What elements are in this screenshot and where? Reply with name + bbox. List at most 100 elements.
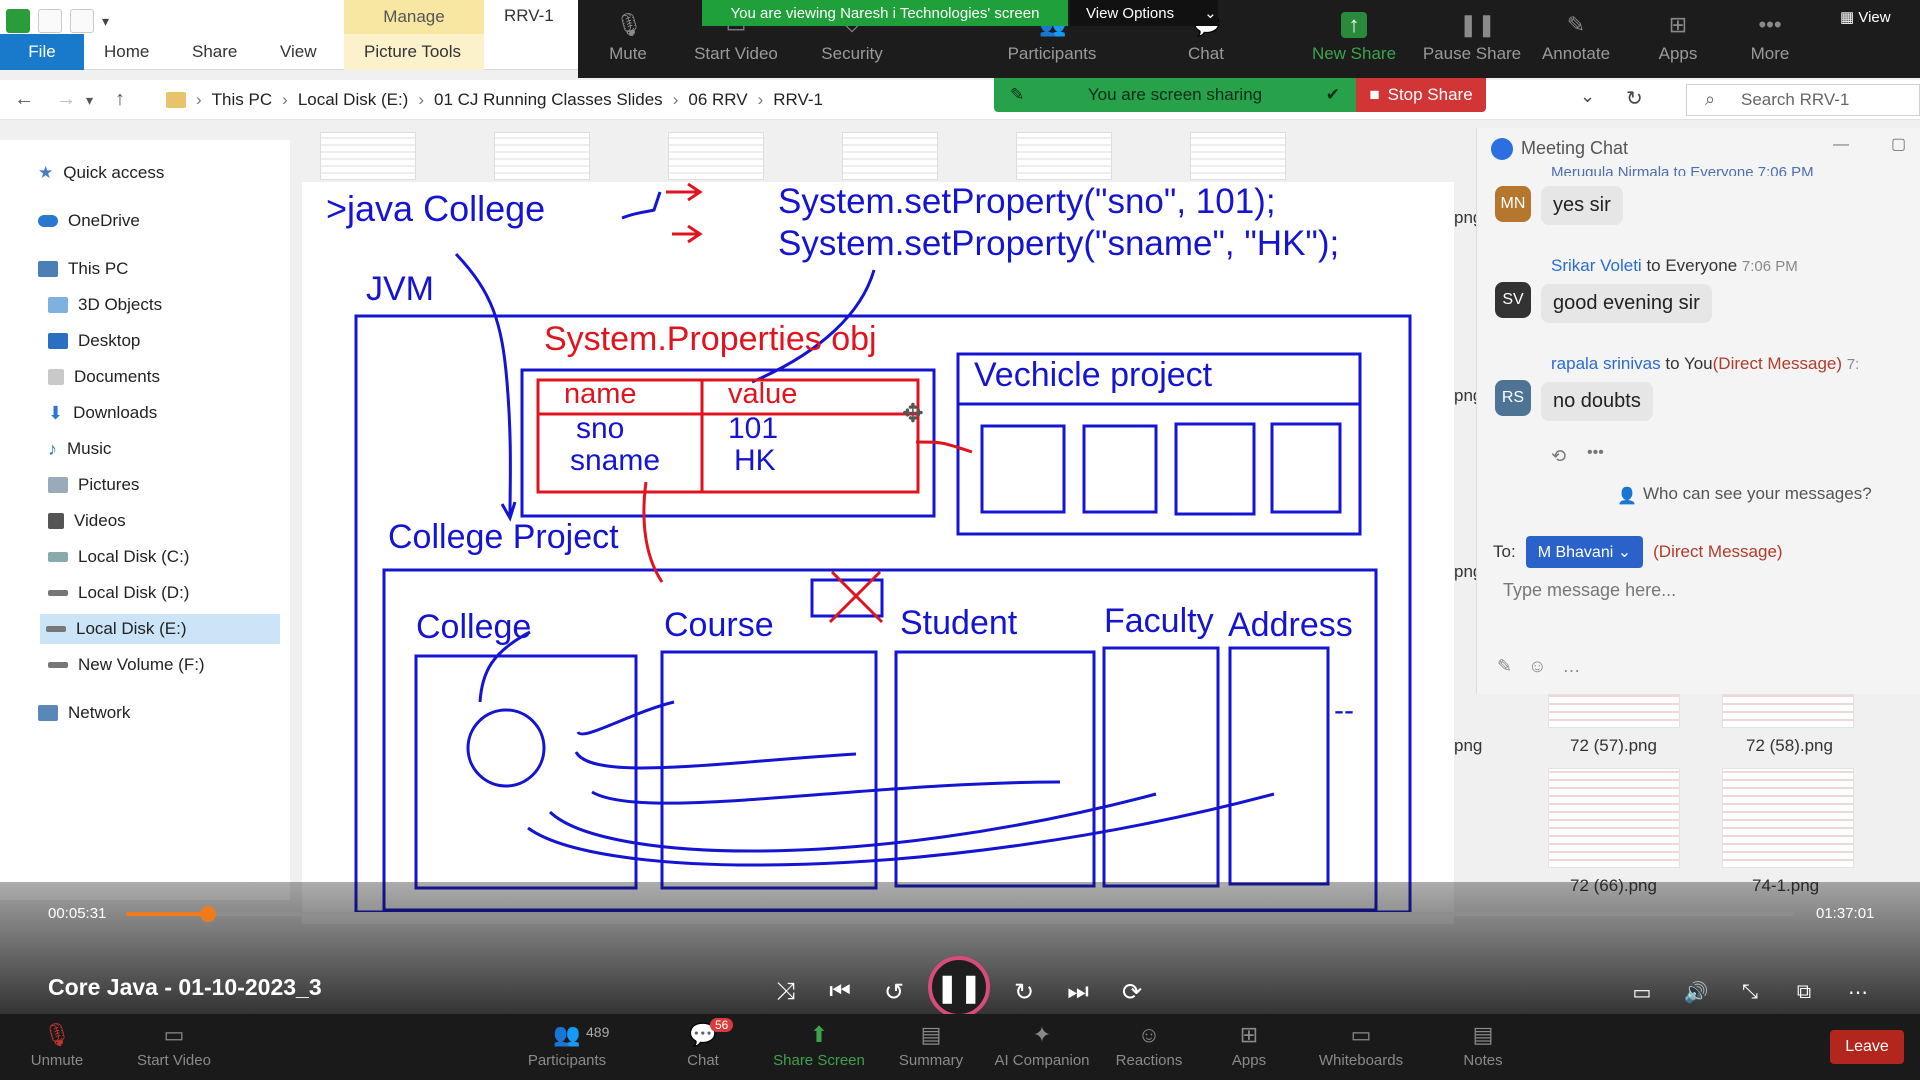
repeat-off-icon[interactable]: ⟳ xyxy=(1112,972,1152,1012)
chevron-right-icon[interactable]: › xyxy=(196,90,202,110)
rewind-10-icon[interactable]: ↺ xyxy=(874,972,914,1012)
sidebar-item-pictures[interactable]: Pictures xyxy=(48,470,139,500)
summary-button[interactable]: ▤ Summary xyxy=(876,1014,986,1080)
start-video-button[interactable]: ▭ Start Video xyxy=(118,1014,230,1080)
file-thumbnail[interactable] xyxy=(1190,132,1286,180)
sidebar-item-desktop[interactable]: Desktop xyxy=(48,326,140,356)
file-label[interactable]: 72 (58).png xyxy=(1746,736,1833,756)
shuffle-icon[interactable]: ⤨ xyxy=(766,972,806,1012)
chevron-right-icon[interactable]: › xyxy=(418,90,424,110)
recipient-select[interactable]: M Bhavani ⌄ xyxy=(1525,536,1644,568)
next-track-icon[interactable]: ⏭ xyxy=(1058,972,1098,1012)
more-button[interactable]: ••• More xyxy=(1720,0,1820,78)
tab-file[interactable]: File xyxy=(0,34,84,70)
file-thumbnail[interactable] xyxy=(668,132,764,180)
sidebar-item-onedrive[interactable]: OneDrive xyxy=(38,206,140,236)
unmute-button[interactable]: 🎙 Unmute xyxy=(2,1014,112,1080)
file-thumbnail[interactable] xyxy=(1548,694,1680,728)
pin-icon[interactable]: ✎ xyxy=(1010,85,1024,105)
file-thumbnail[interactable] xyxy=(320,132,416,180)
new-share-button[interactable]: ↑ New Share xyxy=(1294,0,1414,78)
view-options-dropdown[interactable]: View Options ⌄ xyxy=(1070,0,1218,26)
up-arrow-icon[interactable]: ↑ xyxy=(115,88,125,111)
pause-button[interactable]: ❚❚ xyxy=(928,956,990,1018)
file-thumbnail[interactable] xyxy=(494,132,590,180)
mini-player-icon[interactable]: ⧉ xyxy=(1784,972,1824,1012)
whiteboards-button[interactable]: ▭ Whiteboards xyxy=(1306,1014,1416,1080)
who-can-see-link[interactable]: Who can see your messages? xyxy=(1643,484,1872,504)
sidebar-item-quick-access[interactable]: ★ Quick access xyxy=(38,158,164,188)
view-button[interactable]: ▦ View xyxy=(1840,8,1891,26)
chevron-down-icon[interactable]: ▾ xyxy=(102,13,109,30)
tab-picture-tools[interactable]: Picture Tools xyxy=(364,34,461,70)
participants-button[interactable]: 👥 Participants 489 xyxy=(512,1014,622,1080)
emoji-icon[interactable]: ☺ xyxy=(1528,656,1562,676)
apps-button[interactable]: ⊞ Apps xyxy=(1194,1014,1304,1080)
volume-icon[interactable]: 🔊 xyxy=(1676,972,1716,1012)
shield-icon[interactable] xyxy=(6,9,30,33)
annotate-button[interactable]: ✎ Annotate xyxy=(1526,0,1626,78)
breadcrumb-local-disk-e[interactable]: Local Disk (E:) xyxy=(298,90,409,110)
sidebar-item-music[interactable]: ♪ Music xyxy=(48,434,111,464)
chevron-right-icon[interactable]: › xyxy=(282,90,288,110)
breadcrumb-06-rrv[interactable]: 06 RRV xyxy=(688,90,747,110)
pause-share-button[interactable]: ❚❚ Pause Share xyxy=(1412,0,1532,78)
sidebar-item-local-disk-e[interactable]: Local Disk (E:) xyxy=(40,614,280,644)
recent-dropdown-icon[interactable]: ▾ xyxy=(86,92,93,111)
tab-share[interactable]: Share xyxy=(192,34,237,70)
file-thumbnail[interactable] xyxy=(1548,768,1680,868)
reactions-button[interactable]: ☺ Reactions xyxy=(1094,1014,1204,1080)
breadcrumb-rrv-1[interactable]: RRV-1 xyxy=(773,90,823,110)
forward-arrow-icon[interactable]: → xyxy=(56,88,76,111)
minimize-icon[interactable]: — xyxy=(1833,136,1849,154)
file-thumbnail[interactable] xyxy=(1722,768,1854,868)
sidebar-item-videos[interactable]: Videos xyxy=(48,506,126,536)
sidebar-item-local-disk-c[interactable]: Local Disk (C:) xyxy=(48,542,189,572)
leave-button[interactable]: Leave xyxy=(1830,1030,1904,1064)
file-thumbnail[interactable] xyxy=(842,132,938,180)
address-dropdown-icon[interactable]: ⌄ xyxy=(1580,86,1595,107)
mute-button[interactable]: 🎙 Mute xyxy=(578,0,678,78)
sidebar-item-local-disk-d[interactable]: Local Disk (D:) xyxy=(48,578,189,608)
ai-companion-button[interactable]: ✦ AI Companion xyxy=(984,1014,1100,1080)
format-icon[interactable]: ✎ xyxy=(1497,656,1528,676)
tab-view[interactable]: View xyxy=(280,34,317,70)
breadcrumb-this-pc[interactable]: This PC xyxy=(212,90,272,110)
file-thumbnail[interactable] xyxy=(1016,132,1112,180)
reply-icon[interactable]: ⟲ xyxy=(1551,446,1566,467)
more-icon[interactable]: … xyxy=(1562,656,1596,676)
sidebar-item-new-volume-f[interactable]: New Volume (F:) xyxy=(48,650,205,680)
chevron-right-icon[interactable]: › xyxy=(758,90,764,110)
chevron-right-icon[interactable]: › xyxy=(673,90,679,110)
back-arrow-icon[interactable]: ← xyxy=(14,88,34,111)
more-options-icon[interactable]: ⋯ xyxy=(1838,972,1878,1012)
subtitles-icon[interactable]: ▭ xyxy=(1622,972,1662,1012)
contextual-group-manage[interactable]: Manage xyxy=(344,0,484,34)
seek-handle[interactable] xyxy=(199,906,216,922)
chat-button[interactable]: 💬 Chat 56 xyxy=(648,1014,758,1080)
message-input[interactable]: Type message here... xyxy=(1503,580,1676,601)
breadcrumb-slides[interactable]: 01 CJ Running Classes Slides xyxy=(434,90,663,110)
sidebar-item-3d-objects[interactable]: 3D Objects xyxy=(48,290,162,320)
popout-icon[interactable]: ▢ xyxy=(1891,134,1906,154)
tab-home[interactable]: Home xyxy=(104,34,149,70)
refresh-icon[interactable]: ↻ xyxy=(1626,86,1643,111)
properties-icon[interactable] xyxy=(70,9,94,33)
sidebar-item-downloads[interactable]: ⬇ Downloads xyxy=(48,398,157,428)
more-icon[interactable]: ••• xyxy=(1587,444,1604,462)
sidebar-item-documents[interactable]: Documents xyxy=(48,362,160,392)
exit-fullscreen-icon[interactable]: ⤡ xyxy=(1730,972,1770,1012)
file-label[interactable]: 72 (57).png xyxy=(1570,736,1657,756)
forward-30-icon[interactable]: ↻ xyxy=(1004,972,1044,1012)
sidebar-item-network[interactable]: Network xyxy=(38,698,130,728)
stop-share-button[interactable]: ■ Stop Share xyxy=(1356,78,1486,112)
notes-button[interactable]: ▤ Notes xyxy=(1428,1014,1538,1080)
checkbox-icon[interactable] xyxy=(38,9,62,33)
file-label[interactable]: png xyxy=(1454,736,1482,756)
share-screen-button[interactable]: ⬆ Share Screen xyxy=(764,1014,874,1080)
seek-bar[interactable] xyxy=(126,906,1794,922)
apps-button[interactable]: ⊞ Apps xyxy=(1628,0,1728,78)
sidebar-item-this-pc[interactable]: This PC xyxy=(38,254,128,284)
previous-track-icon[interactable]: ⏮ xyxy=(820,972,860,1012)
file-thumbnail[interactable] xyxy=(1722,694,1854,728)
